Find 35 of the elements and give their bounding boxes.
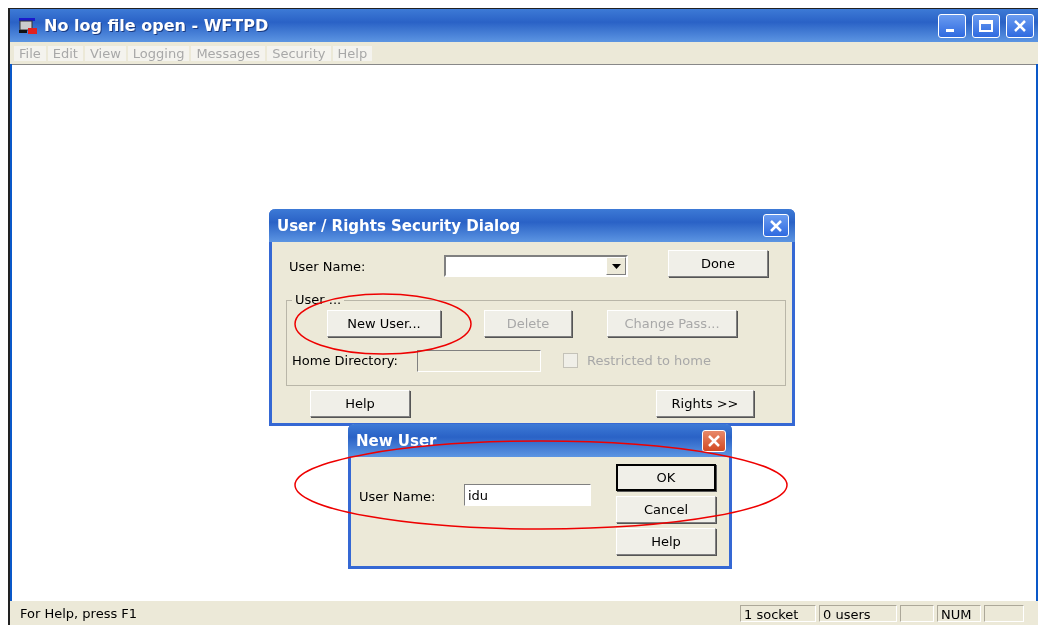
close-icon <box>707 433 721 448</box>
dialog-button[interactable]: New User... <box>327 310 441 337</box>
dialog-title: New User <box>356 431 438 450</box>
field-label: Home Directory: <box>292 353 398 368</box>
app-icon <box>18 16 38 35</box>
rights-button[interactable]: Rights >> <box>656 390 754 417</box>
close-button[interactable] <box>763 214 789 237</box>
close-button[interactable] <box>702 429 726 452</box>
maximize-icon <box>979 19 993 32</box>
dialog-button[interactable]: Cancel <box>616 496 716 523</box>
status-pane: NUM <box>937 604 981 622</box>
user-name-dropdown[interactable] <box>444 255 628 277</box>
status-pane <box>984 604 1024 622</box>
close-icon <box>769 218 783 233</box>
status-pane: 1 socket <box>740 604 816 622</box>
checkbox-label: Restricted to home <box>587 353 711 368</box>
maximize-button[interactable] <box>972 13 1000 38</box>
dialog-title: User / Rights Security Dialog <box>277 216 522 235</box>
close-button[interactable] <box>1006 13 1034 38</box>
window-title: No log file open - WFTPD <box>44 16 270 35</box>
field-label: User Name: <box>359 489 436 504</box>
status-pane <box>900 604 934 622</box>
close-icon <box>1013 18 1027 33</box>
dialog-button[interactable]: OK <box>616 464 716 491</box>
field-label: User Name: <box>289 259 366 274</box>
dialog-button[interactable]: Help <box>616 528 716 555</box>
status-pane: 0 users <box>819 604 897 622</box>
help-button[interactable]: Help <box>310 390 410 417</box>
done-button[interactable]: Done <box>668 250 768 277</box>
minimize-button[interactable] <box>938 13 966 38</box>
minimize-icon <box>946 29 954 32</box>
group-label: User ... <box>292 292 345 307</box>
dropdown-arrow-icon <box>611 263 621 269</box>
status-message: For Help, press F1 <box>19 605 139 621</box>
user-name-field[interactable]: idu <box>464 484 591 506</box>
